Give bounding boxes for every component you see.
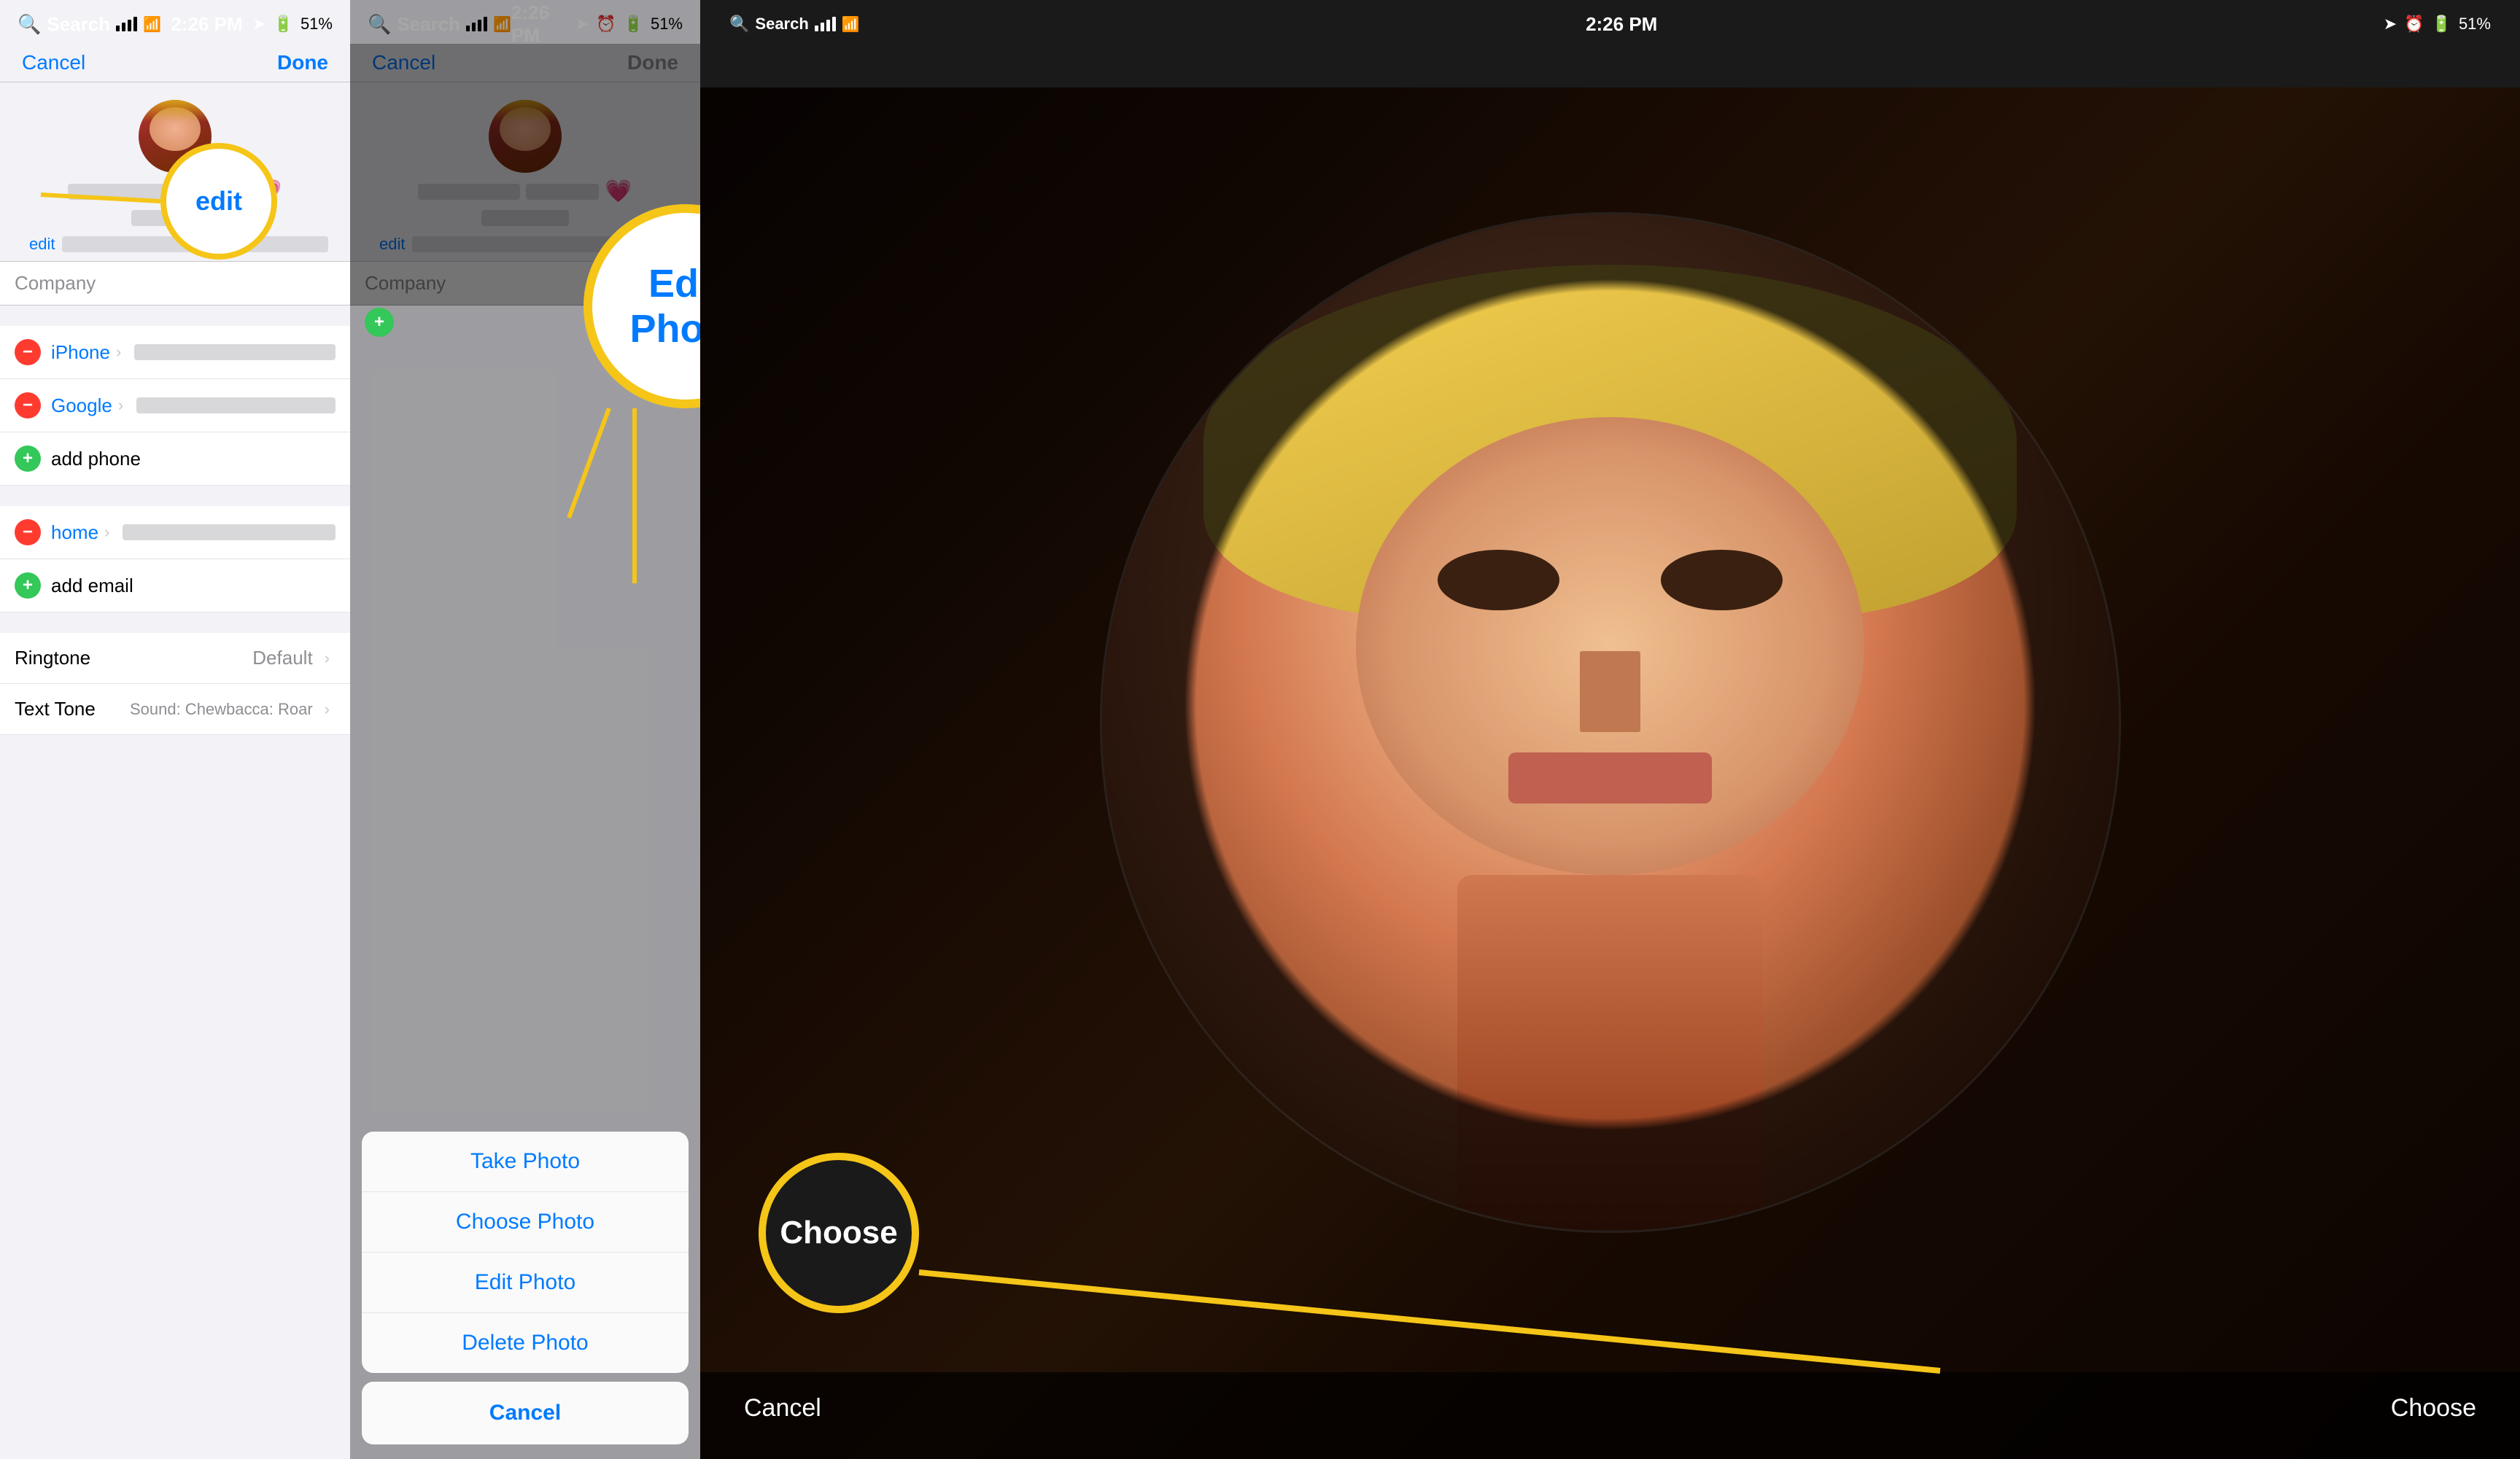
phone-section-panel1: − iPhone › − Google › + add phone (0, 326, 350, 486)
signal-bars-p3 (815, 17, 836, 31)
status-left-panel3: 🔍 Search 📶 (729, 15, 860, 34)
chevron-ringtone: › (325, 649, 330, 668)
nav-bar-panel1: Cancel Done (0, 44, 350, 82)
alarm-icon-p3: ⏰ (2404, 15, 2424, 34)
panel3-choose-button[interactable]: Choose (2391, 1394, 2476, 1423)
panel1-contact-edit: 🔍 Search 📶 2:26 PM ➤ 🔋 51% Cancel Done (0, 0, 350, 1459)
status-time-panel3: 2:26 PM (1586, 13, 1657, 36)
battery-icon: 🔋 (274, 15, 293, 34)
status-right-panel1: ➤ 🔋 51% (252, 15, 333, 34)
search-icon-p3: 🔍 (729, 15, 749, 34)
contact-name2-panel1 (15, 210, 336, 226)
add-phone-label: add phone (51, 448, 141, 470)
minus-icon-iphone[interactable]: − (15, 339, 41, 365)
delete-photo-button[interactable]: Delete Photo (362, 1313, 689, 1373)
add-email-label: add email (51, 575, 133, 597)
google-label: Google (51, 394, 112, 417)
action-sheet-cancel-button[interactable]: Cancel (362, 1382, 689, 1444)
battery-label: 51% (301, 15, 333, 34)
edit-photo-button[interactable]: Edit Photo (362, 1253, 689, 1313)
ringtone-row[interactable]: Ringtone Default › (0, 633, 350, 684)
plus-icon-email[interactable]: + (15, 572, 41, 599)
battery-label-p3: 51% (2459, 15, 2491, 34)
panel3-move-scale: 🔍 Search 📶 2:26 PM ➤ ⏰ 🔋 51% Move and Sc… (700, 0, 2520, 1459)
status-search-label-p3: Search (755, 15, 808, 34)
action-sheet-panel2: Take Photo Choose Photo Edit Photo Delet… (350, 1132, 700, 1459)
status-time-panel1: 2:26 PM (171, 13, 242, 36)
chevron-texttone: › (325, 700, 330, 719)
status-right-panel3: ➤ ⏰ 🔋 51% (2384, 15, 2491, 34)
chevron-icon-google: › (118, 396, 123, 415)
panel3-bottom-bar: Cancel Choose (700, 1372, 2520, 1459)
iphone-label: iPhone (51, 341, 110, 364)
action-sheet-group: Take Photo Choose Photo Edit Photo Delet… (362, 1132, 689, 1373)
edit-link-panel1[interactable]: edit (29, 235, 55, 254)
photo-area[interactable] (700, 87, 2520, 1459)
chevron-icon-iphone: › (116, 343, 121, 362)
google-value (136, 397, 336, 413)
settings-section-panel1: Ringtone Default › Text Tone Sound: Chew… (0, 633, 350, 735)
contact-name-panel1: 💗 (15, 179, 336, 204)
minus-icon-google[interactable]: − (15, 392, 41, 419)
status-search-label: Search (47, 13, 110, 36)
texttone-label: Text Tone (15, 698, 130, 720)
plus-button-area: + (365, 308, 394, 337)
crop-circle (1100, 212, 2121, 1233)
wifi-icon-p3: 📶 (842, 15, 860, 34)
ringtone-value: Default (252, 647, 312, 669)
plus-icon-phone[interactable]: + (15, 446, 41, 472)
texttone-value: Sound: Chewbacca: Roar (130, 700, 313, 719)
chevron-icon-home: › (104, 523, 109, 542)
panel2-action-sheet: 🔍 Search 📶 2:26 PM ➤ ⏰ 🔋 51% Cancel Done (350, 0, 700, 1459)
minus-icon-home[interactable]: − (15, 519, 41, 545)
location-icon: ➤ (252, 15, 265, 34)
texttone-row[interactable]: Text Tone Sound: Chewbacca: Roar › (0, 684, 350, 735)
iphone-row[interactable]: − iPhone › (0, 326, 350, 379)
signal-bars (116, 17, 137, 31)
google-row[interactable]: − Google › (0, 379, 350, 432)
avatar-panel1[interactable] (139, 100, 212, 173)
status-left-panel1: 🔍 Search 📶 (18, 13, 161, 36)
done-button-panel1[interactable]: Done (277, 51, 328, 74)
cancel-button-panel1[interactable]: Cancel (22, 51, 85, 74)
contact-header-panel1: 💗 edit (0, 82, 350, 261)
iphone-value (134, 344, 336, 360)
battery-icon-p3: 🔋 (2432, 15, 2451, 34)
wifi-icon: 📶 (143, 15, 161, 34)
status-bar-panel1: 🔍 Search 📶 2:26 PM ➤ 🔋 51% (0, 0, 350, 44)
status-bar-panel3: 🔍 Search 📶 2:26 PM ➤ ⏰ 🔋 51% (700, 0, 2520, 44)
home-value (123, 524, 336, 540)
home-label: home (51, 521, 98, 544)
email-section-panel1: − home › + add email (0, 506, 350, 612)
add-email-row[interactable]: + add email (0, 559, 350, 612)
search-icon: 🔍 (18, 13, 41, 36)
location-icon-p3: ➤ (2384, 15, 2397, 34)
add-phone-row[interactable]: + add phone (0, 432, 350, 486)
choose-photo-button[interactable]: Choose Photo (362, 1192, 689, 1253)
home-row[interactable]: − home › (0, 506, 350, 559)
panel3-cancel-button[interactable]: Cancel (744, 1394, 821, 1423)
company-field-panel1[interactable]: Company (0, 261, 350, 306)
ringtone-label: Ringtone (15, 647, 252, 669)
take-photo-button[interactable]: Take Photo (362, 1132, 689, 1192)
